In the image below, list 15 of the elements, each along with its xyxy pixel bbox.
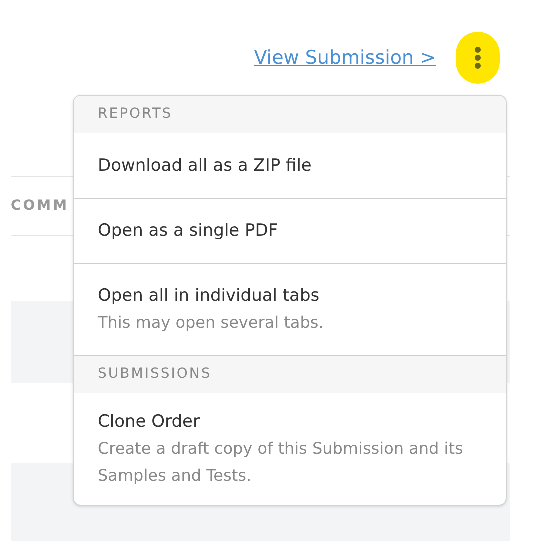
menu-item-description: This may open several tabs. — [98, 312, 325, 334]
menu-item-label: Open as a single PDF — [98, 220, 280, 243]
more-button[interactable] — [456, 32, 500, 84]
menu-section-title: SUBMISSIONS — [98, 365, 212, 384]
menu-item-label: Download all as a ZIP file — [98, 154, 313, 178]
menu-section-title: REPORTS — [98, 105, 173, 124]
menu-item-label: Open all in individual tabs — [98, 285, 321, 308]
menu-item[interactable]: Open as a single PDF — [74, 198, 506, 263]
menu-item-description: Create a draft copy of this Submission and its Samples and Tests. — [98, 438, 464, 487]
menu-item[interactable]: Open all in individual tabs This may open several tabs. — [74, 263, 506, 355]
menu-item[interactable]: Download all as a ZIP file — [74, 133, 506, 198]
menu-item[interactable]: Clone Order Create a draft copy of this Submission and its Samples and Tests. — [74, 393, 506, 505]
menu-item-label: Clone Order — [98, 411, 201, 434]
column-header: COMM — [11, 196, 70, 216]
kebab-menu-icon — [474, 47, 482, 69]
